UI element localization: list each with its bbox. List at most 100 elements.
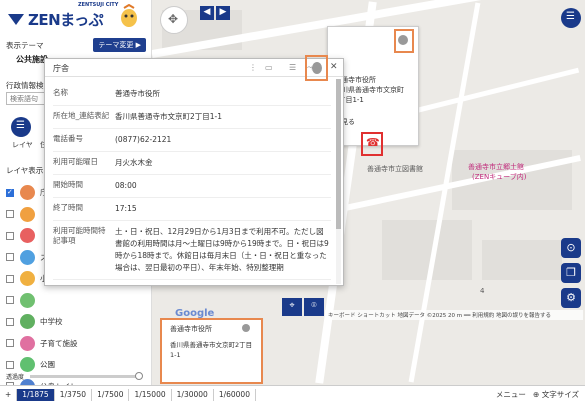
logo-city-tag: ZENTSUJI CITY [78, 2, 119, 8]
info-rows: 名称 善通寺市役所 所在地_連結表記 香川県善通寺市文京町2丁目1-1 電話番号 (087… [53, 83, 331, 280]
layers-toggle-button[interactable]: ❐ [561, 263, 581, 283]
detail-icon[interactable] [398, 35, 408, 45]
search-input[interactable] [6, 92, 46, 105]
scale-bar: + 1/1875 1/3750 1/7500 1/15000 1/30000 1/6000… [0, 385, 585, 403]
layer-symbol-icon [20, 185, 35, 201]
mini-popup-address: 香川県善通寺市文京町2丁目1-1 [170, 341, 253, 359]
panel-menu-icon[interactable]: ⋮ [249, 63, 257, 72]
mascot-icon [121, 4, 137, 27]
layer-checkbox[interactable] [6, 317, 14, 326]
panel-table-icon[interactable]: ▭ [265, 63, 273, 72]
layer-label: 中学校 [40, 317, 63, 327]
layer-tab-label[interactable]: レイヤ [12, 140, 33, 150]
info-row-value: 17:15 [115, 204, 137, 213]
scale-prefix-icon: + [0, 388, 18, 401]
settings-gear-icon[interactable]: ⚙ [561, 288, 581, 308]
app-logo[interactable]: ZENまっぷ [8, 6, 104, 32]
location-pin-button[interactable]: ⌾ [304, 298, 324, 316]
layer-label: 子育て施設 [40, 338, 78, 348]
info-row-key: 開始時間 [53, 180, 83, 189]
info-panel-title: 庁舎 [53, 64, 69, 73]
font-size-icon[interactable]: ⊕ [533, 390, 539, 399]
opacity-control: 透過度 [6, 370, 146, 382]
layer-checkbox[interactable] [6, 253, 14, 262]
logo-text: ZENまっぷ [28, 10, 104, 29]
info-row-value: 土・日・祝日、12月29日から1月3日まで利用不可。ただし図書館の利用時間は月〜… [115, 227, 329, 272]
info-row-key: 名称 [53, 88, 68, 97]
layer-checkbox[interactable] [6, 339, 14, 348]
theme-row: 表示テーマ テーマ変更 ▶ [6, 38, 146, 52]
layer-symbol-icon [20, 314, 35, 330]
layer-symbol-icon [20, 271, 35, 287]
map-label-library: 善通寺市立図書館 [367, 165, 423, 173]
panel-close-icon[interactable]: ✕ [330, 62, 338, 72]
theme-label: 表示テーマ [6, 40, 44, 50]
layer-checkbox[interactable] [6, 231, 14, 240]
info-panel-header: 庁舎 ⋮ ▭ ☰ ⤳ [45, 59, 343, 77]
info-row: 利用可能時間特記事項 土・日・祝日、12月29日から1月3日まで利用不可。ただし図… [53, 221, 331, 280]
opacity-slider-knob[interactable] [135, 371, 143, 380]
layer-symbol-icon [20, 206, 35, 222]
layer-symbol-icon [20, 292, 35, 308]
font-size-link[interactable]: 文字サイズ [542, 390, 579, 399]
info-row-value: (0877)62-2121 [115, 135, 172, 144]
popup-title-line1: 善通寺市役所 [334, 76, 376, 84]
layer-checkbox[interactable] [6, 296, 14, 305]
layer-symbol-icon [20, 228, 35, 244]
layer-symbol-icon [20, 335, 35, 351]
info-row-key: 利用可能時間特記事項 [53, 226, 106, 245]
info-row-key: 所在地_連結表記 [53, 111, 110, 120]
opacity-slider[interactable] [30, 371, 143, 380]
city-hall-marker-icon[interactable] [361, 132, 383, 156]
layer-checkbox[interactable] [6, 188, 14, 197]
pin-toggle-button[interactable]: ⌖ [282, 298, 302, 316]
layer-icon[interactable] [11, 117, 31, 137]
info-panel: 庁舎 ⋮ ▭ ☰ ⤳ 名称 善通寺市役所 所在地_連結表記 香川県善通寺市文京町2丁目… [44, 58, 344, 286]
google-logo: Google [175, 308, 215, 319]
layer-item[interactable]: 子育て施設 [6, 333, 146, 355]
info-row-key: 電話番号 [53, 134, 83, 143]
layer-checkbox[interactable] [6, 210, 14, 219]
info-row-key: 終了時間 [53, 203, 83, 212]
layer-item[interactable] [6, 290, 146, 312]
theme-change-button[interactable]: テーマ変更 ▶ [93, 38, 146, 52]
map-popup-summary-text: 善通寺市役所 香川県善通寺市文京町 2丁目1-1 [334, 75, 404, 105]
opacity-label: 透過度 [6, 373, 25, 381]
info-row-value: 08:00 [115, 181, 137, 190]
map-label-road-number: 4 [480, 287, 485, 295]
layer-checkbox[interactable] [6, 274, 14, 283]
info-row-value: 善通寺市役所 [115, 89, 160, 98]
scale-option[interactable]: 1/1875 [17, 388, 55, 401]
map-label-museum: 善通寺市立郷土館 [468, 163, 524, 171]
layer-list-title: レイヤ表示 [6, 166, 44, 175]
locate-button[interactable]: ⊙ [561, 238, 581, 258]
scale-option[interactable]: 1/3750 [55, 388, 93, 401]
panel-list-icon[interactable]: ☰ [289, 63, 296, 72]
layer-checkbox[interactable] [6, 360, 14, 369]
map-attribution[interactable]: キーボード ショートカット 地図データ ©2025 20 m ━━ 利用規約 地… [325, 310, 583, 320]
info-row-value: 月火水木金 [115, 158, 153, 167]
nav-back-button[interactable]: ◀ [200, 6, 214, 20]
scale-option[interactable]: 1/15000 [129, 388, 172, 401]
logo-mark-icon [8, 12, 24, 26]
map-label-museum-sub: (ZENキューブ内) [472, 173, 527, 181]
menu-link[interactable]: メニュー [496, 390, 526, 399]
panel-detail-icon[interactable] [312, 62, 322, 74]
info-row: 名称 善通寺市役所 [53, 83, 331, 106]
layer-item[interactable]: 中学校 [6, 311, 146, 333]
info-row: 電話番号 (0877)62-2121 [53, 129, 331, 152]
info-row: 終了時間 17:15 [53, 198, 331, 221]
scale-option[interactable]: 1/7500 [92, 388, 130, 401]
popup-title-line2: 香川県善通寺市文京町 [334, 86, 404, 94]
info-panel-scrollbar[interactable] [336, 79, 341, 284]
bottom-right-controls: メニュー ⊕ 文字サイズ [496, 389, 579, 400]
mini-popup-detail-icon[interactable] [242, 324, 250, 332]
scale-option[interactable]: 1/30000 [172, 388, 214, 401]
main-menu-button[interactable] [561, 8, 581, 28]
mini-popup-title: 善通寺市役所 [170, 325, 212, 333]
map-compass[interactable] [160, 6, 188, 34]
scroll-thumb[interactable] [336, 79, 341, 229]
popup-title-line3: 2丁目1-1 [334, 96, 364, 104]
scale-option[interactable]: 1/60000 [214, 388, 256, 401]
nav-forward-button[interactable]: ▶ [216, 6, 230, 20]
